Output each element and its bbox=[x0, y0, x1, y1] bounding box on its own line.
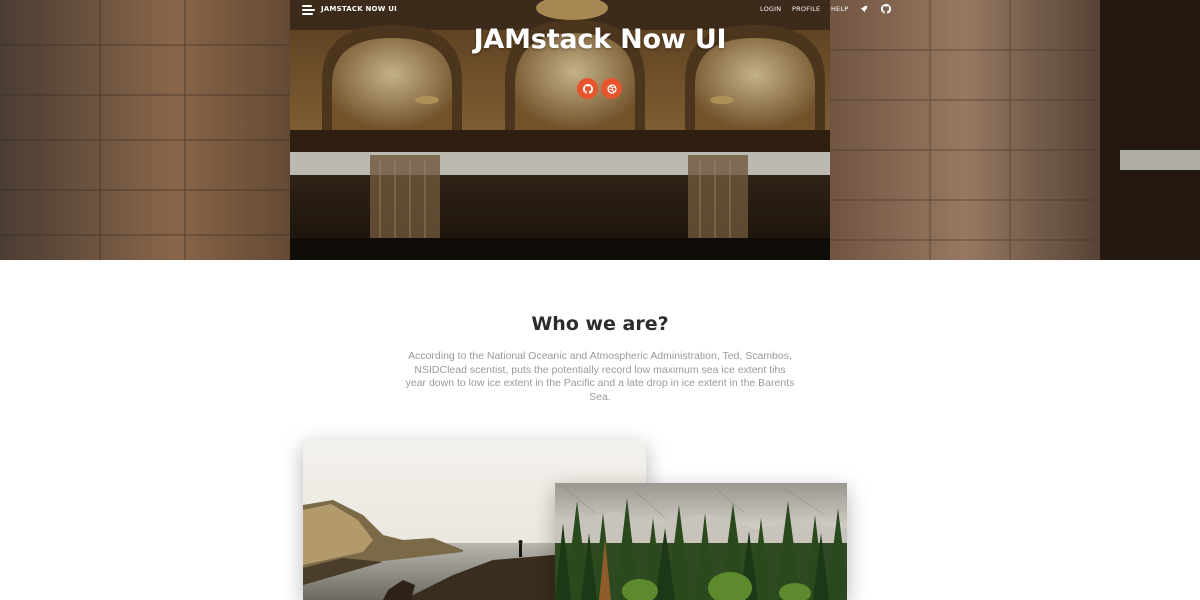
section-title: Who we are? bbox=[531, 313, 669, 335]
hero-dribbble-button[interactable] bbox=[601, 78, 622, 99]
nav-link-help[interactable]: HELP bbox=[831, 5, 848, 13]
rocket-icon[interactable] bbox=[859, 4, 869, 14]
nav-link-login[interactable]: LOGIN bbox=[760, 5, 781, 13]
hero-github-button[interactable] bbox=[577, 78, 598, 99]
menu-icon[interactable] bbox=[302, 5, 315, 15]
github-icon bbox=[582, 83, 593, 94]
pine-forest-photo bbox=[555, 483, 847, 600]
section-description: According to the National Oceanic and At… bbox=[405, 350, 795, 404]
dribbble-icon bbox=[606, 83, 617, 94]
hero-section: JAMSTACK NOW UI LOGIN PROFILE HELP JAMst… bbox=[0, 0, 1200, 260]
hero-title: JAMstack Now UI bbox=[473, 24, 727, 55]
github-icon[interactable] bbox=[881, 4, 891, 14]
navbar-brand[interactable]: JAMSTACK NOW UI bbox=[321, 5, 397, 13]
nav-link-profile[interactable]: PROFILE bbox=[792, 5, 820, 13]
navbar: JAMSTACK NOW UI LOGIN PROFILE HELP bbox=[0, 0, 1200, 20]
